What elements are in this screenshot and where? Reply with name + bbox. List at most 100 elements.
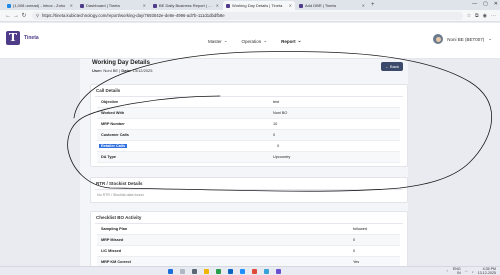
close-window-icon[interactable]: ✕: [494, 1, 498, 7]
row-value: 0: [277, 143, 280, 148]
windows-start-icon[interactable]: [168, 268, 173, 274]
table-row: Worked With Noni BO: [97, 108, 400, 119]
empty-state-text: No RTR / Stockist data found.: [97, 193, 145, 197]
card-title: Checklist BO Activity: [96, 215, 142, 220]
bookmark-star-icon[interactable]: ☆: [467, 13, 471, 19]
volume-icon[interactable]: ♪: [472, 270, 474, 274]
row-key: LIC Missed: [101, 248, 122, 253]
close-tab-icon[interactable]: ✕: [289, 3, 292, 8]
row-key: MRP Missed: [101, 237, 124, 242]
nav-report[interactable]: Report ⌄: [281, 38, 301, 44]
close-tab-icon[interactable]: ✕: [362, 3, 365, 8]
extensions-icon[interactable]: ⧉: [475, 13, 479, 19]
table-row: Objective test: [97, 97, 400, 108]
page-subtitle: User: Noni BE | Date: 13/12/2025: [92, 68, 153, 73]
page-title: Working Day Details: [92, 60, 150, 66]
row-key: MRP Number: [101, 121, 125, 126]
browser-tab-be-report[interactable]: BE Daily Business Report | Tin... ✕: [150, 1, 222, 10]
user-value: Noni BE: [103, 68, 119, 73]
browser-tab-working-day[interactable]: Working Day Details | Tineta ✕: [223, 1, 295, 10]
table-row: Customer Calls 0: [97, 130, 400, 141]
language-indicator[interactable]: ENG IN: [453, 267, 461, 275]
nav-operation[interactable]: Operation ⌄: [242, 38, 268, 44]
app-header: T Tineta Master ⌄ Operation ⌄ Report ⌄ N…: [0, 23, 500, 59]
row-value: test: [273, 99, 280, 104]
profile-icon[interactable]: ◉: [483, 13, 487, 19]
url-text: https://tineta.kubictechnology.com/repor…: [41, 13, 225, 18]
chevron-down-icon: ⌄: [297, 38, 302, 43]
table-row: MRP Missed 0: [97, 235, 400, 246]
browser-tab-bar: (1,008 unread) - Inbox - Zoho ✕ Dashboar…: [0, 0, 500, 10]
row-value: Noni BO: [273, 110, 288, 115]
logo[interactable]: T Tineta: [6, 31, 39, 45]
edge-icon[interactable]: [228, 268, 233, 274]
chrome-icon[interactable]: [216, 268, 221, 274]
nav-label: Report: [281, 38, 296, 44]
tab-label: (1,008 unread) - Inbox - Zoho: [13, 3, 66, 8]
row-key: DA Type: [101, 154, 116, 159]
close-tab-icon[interactable]: ✕: [143, 3, 146, 8]
browser-tab-zoho[interactable]: (1,008 unread) - Inbox - Zoho ✕: [4, 1, 76, 10]
row-value: 0: [273, 132, 276, 137]
tab-label: Working Day Details | Tineta: [232, 3, 283, 8]
app-icon[interactable]: [276, 268, 281, 274]
user-menu[interactable]: Noni BE (BET007) ⌄: [433, 34, 492, 44]
nav-master[interactable]: Master ⌄: [208, 38, 228, 44]
taskbar-apps: [168, 268, 281, 274]
close-tab-icon[interactable]: ✕: [216, 3, 219, 8]
browser-tab-dashboard[interactable]: Dashboard | Tineta ✕: [77, 1, 149, 10]
file-explorer-icon[interactable]: [204, 268, 209, 274]
chevron-up-icon[interactable]: ⌃: [446, 270, 449, 274]
row-key: Sampling Plan: [101, 226, 128, 231]
avatar: [433, 34, 444, 44]
chevron-down-icon: ⌄: [488, 36, 492, 41]
row-key: Customer Calls: [101, 132, 129, 137]
minimize-icon[interactable]: —: [472, 1, 477, 7]
top-nav: Master ⌄ Operation ⌄ Report ⌄: [208, 38, 301, 44]
clock[interactable]: 4:35 PM 13-12-2025: [478, 267, 496, 275]
table-row: Retailer Calls 0: [97, 141, 400, 152]
tineta-favicon-icon: [226, 3, 230, 8]
row-value: Yes: [353, 259, 360, 264]
search-icon[interactable]: [180, 268, 185, 274]
tab-label: Add DBR | Tineta: [305, 3, 336, 8]
vscode-icon[interactable]: [240, 268, 245, 274]
nav-label: Operation: [241, 38, 262, 44]
row-value: Upcountry: [273, 154, 291, 159]
date-value: 13/12/2025: [132, 68, 153, 73]
user-name: Noni BE (BET007): [447, 36, 485, 42]
browser-tab-add-dbr[interactable]: Add DBR | Tineta ✕: [296, 1, 368, 10]
row-value: 0: [353, 248, 356, 253]
menu-icon[interactable]: ⋯: [491, 13, 496, 19]
app-icon[interactable]: [264, 268, 269, 274]
address-bar: ← → ↻ ⚲ https://tineta.kubictechnology.c…: [0, 10, 500, 22]
card-title: RTR / Stockist Details: [96, 181, 143, 186]
arrow-left-icon: ←: [385, 64, 390, 69]
table-row: MRP Number 10: [97, 119, 400, 130]
chevron-down-icon: ⌄: [223, 38, 228, 43]
row-value: followed: [353, 226, 367, 231]
reload-icon[interactable]: ↻: [20, 12, 28, 19]
site-info-icon[interactable]: ⚲: [36, 13, 39, 18]
back-arrow-icon[interactable]: ←: [4, 13, 12, 19]
logo-mark: T: [6, 31, 20, 45]
url-field[interactable]: ⚲ https://tineta.kubictechnology.com/rep…: [32, 11, 463, 20]
chevron-down-icon: ⌄: [263, 38, 268, 43]
row-key: MRP KM Correct: [101, 259, 131, 264]
new-tab-button[interactable]: +: [371, 1, 375, 10]
close-tab-icon[interactable]: ✕: [70, 3, 73, 8]
logo-text: Tineta: [24, 35, 39, 41]
back-button[interactable]: ← Back: [381, 62, 403, 71]
rtr-stockist-card: RTR / Stockist Details No RTR / Stockist…: [90, 177, 408, 203]
tineta-favicon-icon: [299, 3, 303, 8]
browser-actions: ☆ ⧉ ◉ ⋯: [467, 13, 496, 19]
table-row: LIC Missed 0: [97, 246, 400, 257]
table-row: Sampling Plan followed: [97, 224, 400, 235]
wifi-icon[interactable]: ◠: [465, 270, 468, 274]
nav-label: Master: [208, 38, 222, 44]
table-row: DA Type Upcountry: [97, 152, 400, 163]
app-icon[interactable]: [252, 268, 257, 274]
maximize-icon[interactable]: ▢: [483, 1, 488, 7]
forward-arrow-icon[interactable]: →: [12, 13, 20, 19]
task-view-icon[interactable]: [192, 268, 197, 274]
